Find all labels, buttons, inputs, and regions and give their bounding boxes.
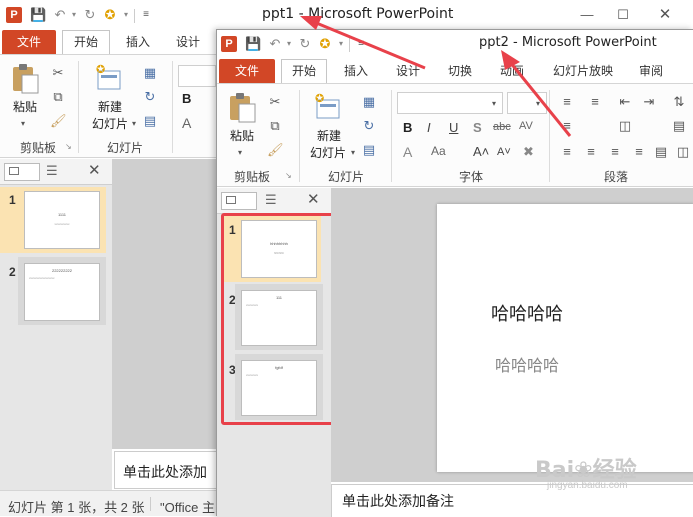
arrow-head [501, 50, 520, 70]
arrow-to-ppt2 [508, 61, 572, 137]
annotation-arrows [300, 16, 572, 137]
arrow-to-ppt1 [313, 20, 426, 70]
arrow-head [300, 16, 322, 30]
